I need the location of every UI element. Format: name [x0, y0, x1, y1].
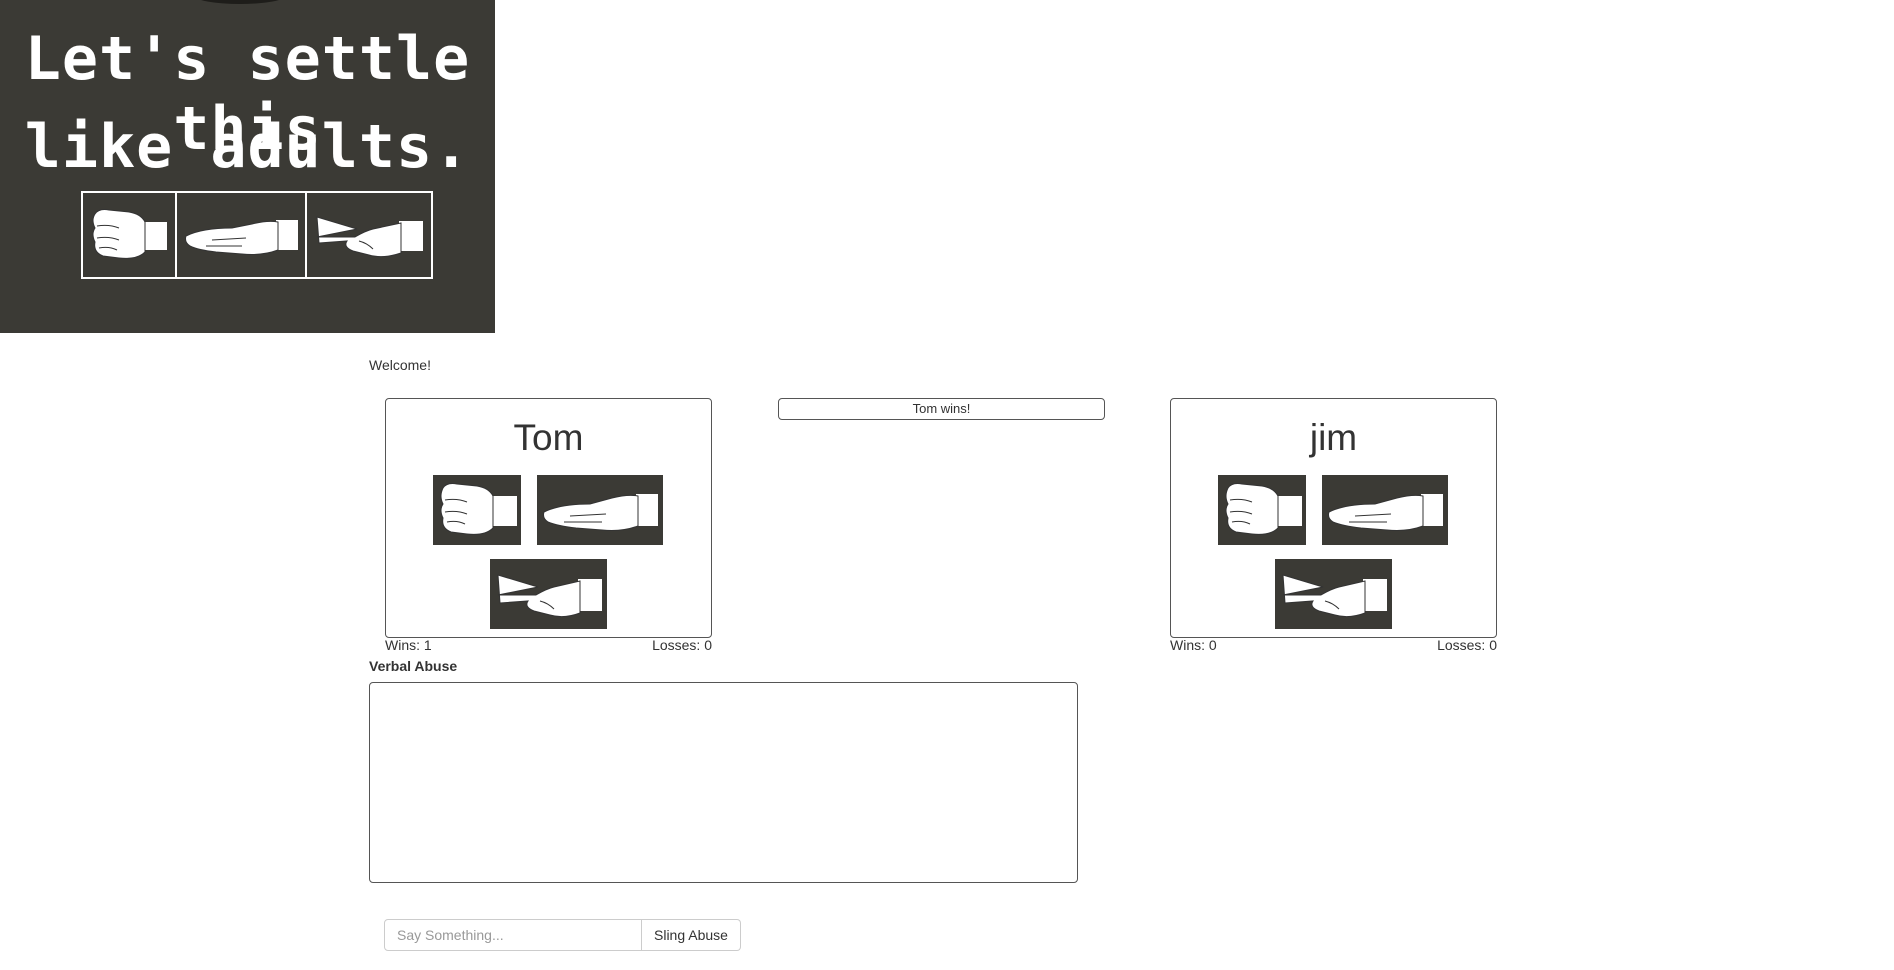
- paper-hand-icon: [1328, 494, 1443, 531]
- player-panel-2: jim: [1170, 398, 1497, 638]
- scissors-hand-icon: [496, 574, 602, 618]
- rock-hand-icon: [83, 193, 177, 277]
- rock-hand-icon: [1225, 483, 1302, 535]
- player-name: jim: [1309, 417, 1358, 458]
- losses-count: Losses: 0: [1437, 637, 1497, 653]
- paper-hand-icon: [543, 494, 658, 531]
- round-result: Tom wins!: [778, 398, 1105, 420]
- scissors-choice-button[interactable]: [1275, 559, 1392, 629]
- rock-choice-button[interactable]: [433, 475, 521, 545]
- losses-count: Losses: 0: [652, 637, 712, 653]
- header-banner: Let's settle this like adults.: [0, 0, 495, 333]
- rock-choice-button[interactable]: [1218, 475, 1306, 545]
- wins-count: Wins: 0: [1170, 637, 1217, 653]
- scissors-hand-icon: [1281, 574, 1387, 618]
- send-message-button[interactable]: Sling Abuse: [642, 919, 741, 951]
- banner-top-shape: [195, 0, 285, 4]
- paper-choice-button[interactable]: [537, 475, 663, 545]
- player-name: Tom: [513, 417, 584, 458]
- chat-input[interactable]: [384, 919, 642, 951]
- scissors-choice-button[interactable]: [490, 559, 607, 629]
- banner-headline-line2: like adults.: [24, 112, 471, 182]
- banner-hands-row: [81, 191, 433, 279]
- chat-log[interactable]: [369, 682, 1078, 883]
- player-panel-1: Tom: [385, 398, 712, 638]
- wins-count: Wins: 1: [385, 637, 432, 653]
- scissors-hand-icon: [307, 193, 431, 277]
- chat-heading: Verbal Abuse: [369, 658, 458, 674]
- paper-choice-button[interactable]: [1322, 475, 1448, 545]
- paper-hand-icon: [177, 193, 307, 277]
- welcome-text: Welcome!: [369, 357, 431, 373]
- rock-hand-icon: [440, 483, 517, 535]
- chat-form: Sling Abuse: [384, 919, 741, 951]
